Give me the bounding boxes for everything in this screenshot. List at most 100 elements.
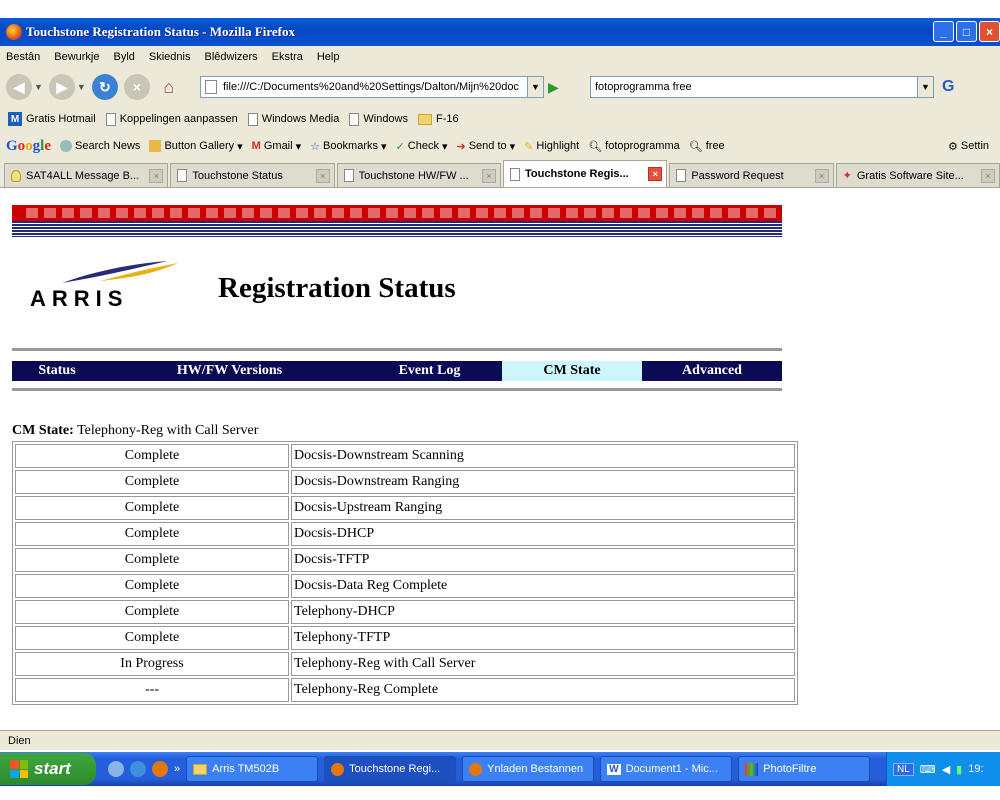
search-text: fotoprogramma free bbox=[595, 81, 692, 93]
highlight-button[interactable]: ✎ Highlight bbox=[524, 140, 579, 153]
firefox-icon[interactable] bbox=[152, 761, 168, 777]
windows-logo-icon bbox=[10, 760, 28, 778]
menu-history[interactable]: Skiednis bbox=[149, 51, 191, 63]
keyboard-icon[interactable]: ⌨ bbox=[920, 763, 936, 776]
maximize-button[interactable]: □ bbox=[956, 21, 977, 42]
menu-help[interactable]: Help bbox=[317, 51, 340, 63]
taskbar-button-downloads[interactable]: Ynladen Bestannen bbox=[462, 756, 595, 782]
arris-logo: ARRIS bbox=[30, 259, 180, 311]
cm-state-line: CM State: Telephony-Reg with Call Server bbox=[12, 423, 258, 439]
tray-expand-icon[interactable]: ◀ bbox=[942, 763, 950, 776]
toolbar-label: Settin bbox=[960, 140, 990, 152]
status-bar: Dien bbox=[0, 730, 1000, 750]
taskbar-button-firefox[interactable]: Touchstone Regi... bbox=[324, 756, 457, 782]
close-window-button[interactable]: × bbox=[979, 21, 1000, 42]
check-button[interactable]: ✓ Check ▾ bbox=[396, 140, 448, 153]
taskbar-label: PhotoFiltre bbox=[763, 763, 817, 775]
page-icon bbox=[343, 169, 354, 182]
url-dropdown-icon[interactable]: ▼ bbox=[527, 77, 543, 97]
spellcheck-icon: ✓ bbox=[395, 140, 405, 153]
nav-tab-advanced[interactable]: Advanced bbox=[642, 361, 782, 381]
send-to-button[interactable]: ➜ Send to ▾ bbox=[456, 140, 515, 153]
firefox-icon bbox=[6, 24, 22, 40]
back-dropdown-icon[interactable]: ▼ bbox=[34, 82, 43, 92]
state-status: In Progress bbox=[15, 652, 289, 676]
nav-tab-event-log[interactable]: Event Log bbox=[357, 361, 502, 381]
toolbar-label: Highlight bbox=[536, 140, 580, 152]
system-tray: NL ⌨ ◀ ▮ 19: bbox=[886, 752, 1000, 786]
bookmarks-bar: M Gratis Hotmail Koppelingen aanpassen Wi… bbox=[0, 106, 1000, 132]
google-logo[interactable]: Google bbox=[6, 138, 51, 155]
stop-icon[interactable]: × bbox=[123, 74, 150, 100]
close-tab-icon[interactable]: × bbox=[315, 168, 330, 183]
table-row: Complete Docsis-Upstream Ranging bbox=[15, 496, 795, 520]
menu-tools[interactable]: Ekstra bbox=[272, 51, 303, 63]
forward-dropdown-icon[interactable]: ▼ bbox=[77, 82, 86, 92]
menu-bookmarks[interactable]: Blêdwizers bbox=[204, 51, 257, 63]
close-tab-icon[interactable]: × bbox=[980, 168, 995, 183]
bookmark-koppelingen[interactable]: Koppelingen aanpassen bbox=[105, 112, 238, 126]
start-button[interactable]: start bbox=[0, 753, 96, 785]
tab-label: Gratis Software Site... bbox=[856, 169, 964, 182]
battery-icon[interactable]: ▮ bbox=[956, 763, 962, 776]
bookmark-hotmail[interactable]: M Gratis Hotmail bbox=[8, 112, 96, 126]
forward-arrow-icon[interactable]: ▶ bbox=[48, 74, 75, 100]
close-tab-icon[interactable]: × bbox=[149, 168, 164, 183]
bookmark-windows-media[interactable]: Windows Media bbox=[247, 112, 339, 126]
nav-tab-cm-state[interactable]: CM State bbox=[502, 361, 642, 381]
gear-icon: ⚙ bbox=[948, 140, 958, 153]
menu-edit[interactable]: Bewurkje bbox=[54, 51, 99, 63]
taskbar-label: Ynladen Bestannen bbox=[487, 763, 584, 775]
browser-tab-strip: SAT4ALL Message B... × Touchstone Status ×… bbox=[0, 160, 1000, 188]
overflow-chevron-icon[interactable]: » bbox=[174, 763, 180, 775]
search-dropdown-icon[interactable]: ▼ bbox=[917, 77, 933, 97]
tab-touchstone-registration[interactable]: Touchstone Regis... × bbox=[502, 160, 668, 187]
page-icon bbox=[205, 80, 217, 94]
google-search-icon[interactable]: G bbox=[942, 78, 954, 96]
button-gallery-button[interactable]: Button Gallery ▾ bbox=[149, 140, 243, 153]
settings-button[interactable]: ⚙ Settin bbox=[948, 140, 989, 153]
taskbar-button-arris[interactable]: Arris TM502B bbox=[186, 756, 319, 782]
search-term-free[interactable]: 🔍︎ free bbox=[689, 140, 725, 153]
search-input[interactable]: fotoprogramma free ▼ bbox=[590, 76, 934, 98]
taskbar-button-photofiltre[interactable]: PhotoFiltre bbox=[738, 756, 871, 782]
table-row: Complete Telephony-DHCP bbox=[15, 600, 795, 624]
tab-gratis-software[interactable]: ✦ Gratis Software Site... × bbox=[835, 163, 1000, 187]
state-step: Docsis-Upstream Ranging bbox=[291, 496, 795, 520]
gmail-button[interactable]: M Gmail ▾ bbox=[252, 140, 301, 153]
reload-icon[interactable]: ↻ bbox=[91, 74, 118, 100]
taskbar-button-word[interactable]: W Document1 - Mic... bbox=[600, 756, 733, 782]
search-term-fotoprogramma[interactable]: 🔍︎ fotoprogramma bbox=[588, 140, 680, 153]
internet-explorer-icon[interactable] bbox=[130, 761, 146, 777]
bookmark-label: Windows bbox=[363, 113, 408, 125]
toolbar-label: free bbox=[705, 140, 725, 152]
bookmarks-button[interactable]: ☆ Bookmarks ▾ bbox=[310, 140, 386, 153]
state-step: Telephony-Reg with Call Server bbox=[291, 652, 795, 676]
state-step: Telephony-TFTP bbox=[291, 626, 795, 650]
home-icon[interactable]: ⌂ bbox=[156, 74, 182, 100]
tab-touchstone-status[interactable]: Touchstone Status × bbox=[170, 163, 335, 187]
bookmark-f16[interactable]: F-16 bbox=[418, 113, 459, 125]
menu-file[interactable]: Bestân bbox=[6, 51, 40, 63]
taskbar-label: Document1 - Mic... bbox=[625, 763, 718, 775]
url-input[interactable]: file:///C:/Documents%20and%20Settings/Da… bbox=[200, 76, 544, 98]
tab-password-request[interactable]: Password Request × bbox=[669, 163, 834, 187]
nav-tab-status[interactable]: Status bbox=[12, 361, 102, 381]
language-indicator[interactable]: NL bbox=[893, 762, 914, 776]
back-arrow-icon[interactable]: ◀ bbox=[6, 74, 32, 100]
logo-text: ARRIS bbox=[30, 286, 129, 311]
bookmark-windows[interactable]: Windows bbox=[349, 112, 408, 126]
menu-view[interactable]: Byld bbox=[114, 51, 135, 63]
clock[interactable]: 19: bbox=[968, 763, 983, 775]
desktop-icon[interactable] bbox=[108, 761, 124, 777]
page-content: ARRIS Registration Status Status HW/FW V… bbox=[0, 189, 1000, 730]
close-tab-icon[interactable]: × bbox=[648, 167, 663, 181]
tab-sat4all[interactable]: SAT4ALL Message B... × bbox=[4, 163, 169, 187]
go-arrow-icon[interactable]: ▶ bbox=[548, 79, 559, 96]
nav-tab-hwfw-versions[interactable]: HW/FW Versions bbox=[102, 361, 357, 381]
close-tab-icon[interactable]: × bbox=[814, 168, 829, 183]
close-tab-icon[interactable]: × bbox=[481, 168, 496, 183]
minimize-button[interactable]: _ bbox=[933, 21, 954, 42]
search-news-button[interactable]: Search News bbox=[60, 140, 140, 152]
tab-touchstone-hwfw[interactable]: Touchstone HW/FW ... × bbox=[336, 163, 501, 187]
